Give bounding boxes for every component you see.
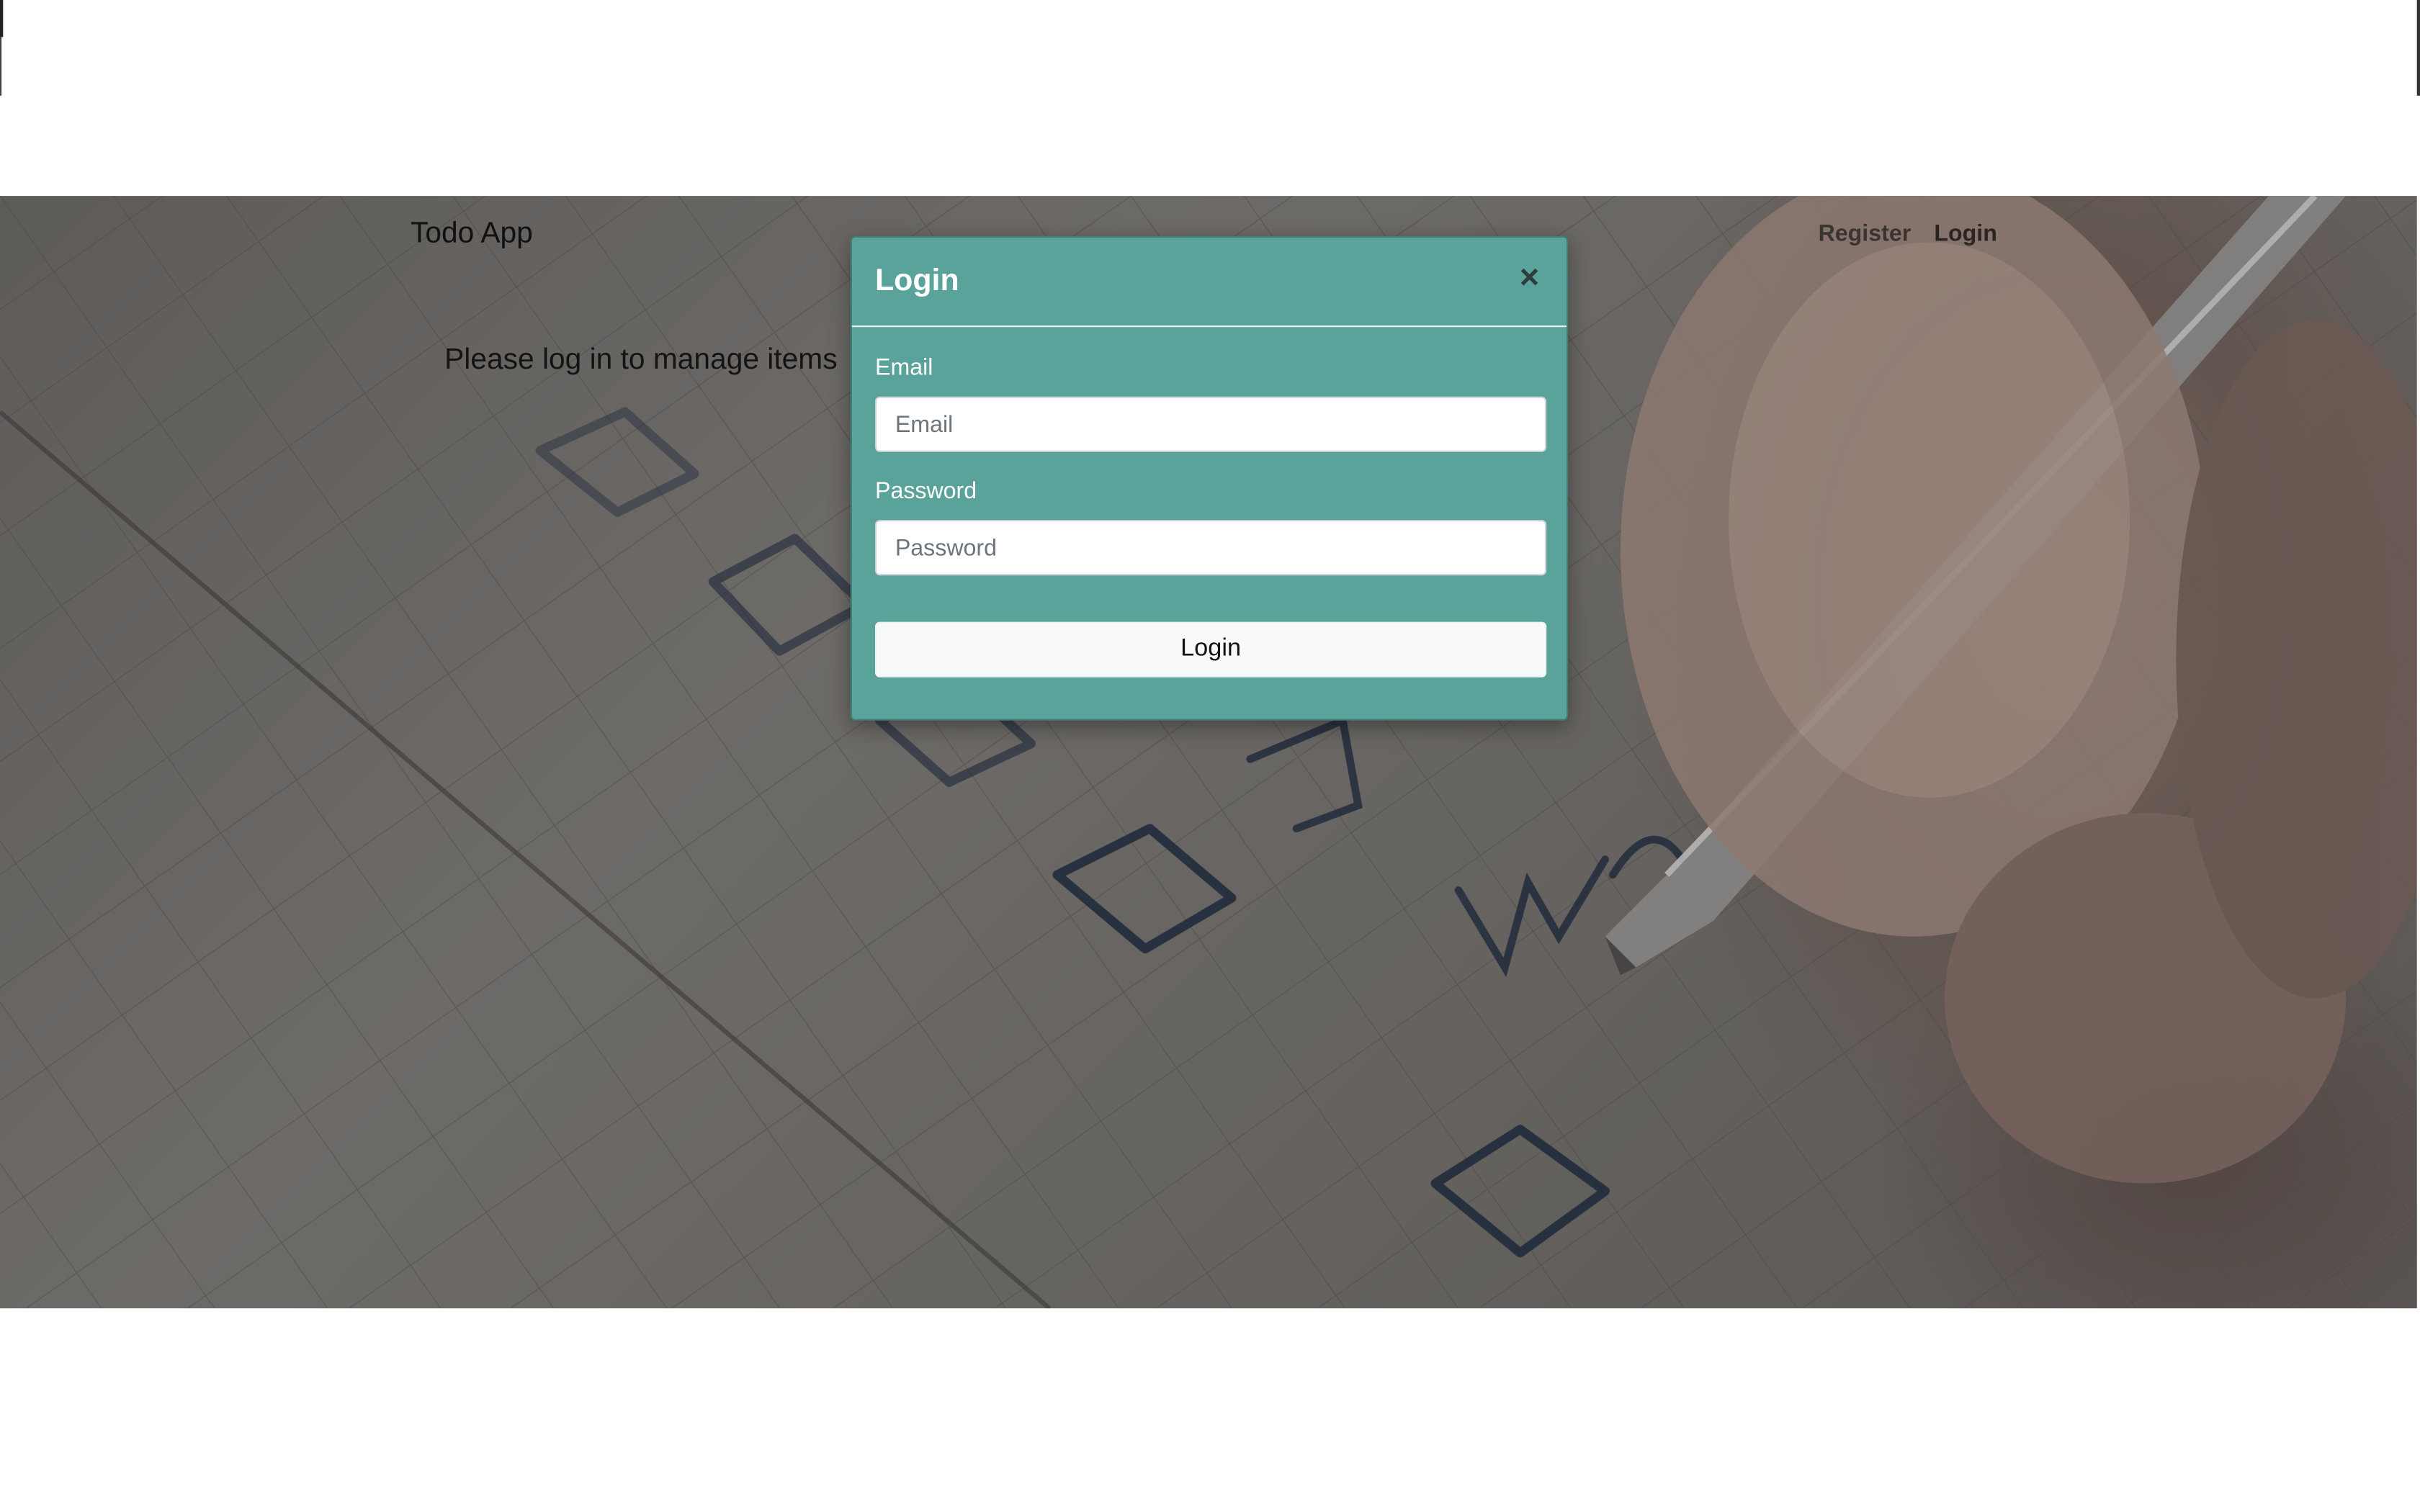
login-prompt-message: Please log in to manage items <box>444 343 838 377</box>
nav-register-link[interactable]: Register <box>1819 220 1912 246</box>
password-label: Password <box>875 478 977 505</box>
login-submit-button[interactable]: Login <box>875 621 1547 678</box>
window-edge <box>0 0 4 37</box>
close-icon[interactable]: × <box>1514 260 1545 294</box>
nav-links: Register Login <box>1819 220 1997 246</box>
modal-header: Login × <box>851 238 1567 328</box>
email-field[interactable] <box>875 396 1547 452</box>
login-modal: Login × Email Password Login <box>850 235 1569 721</box>
modal-title: Login <box>875 264 959 298</box>
window-edge <box>0 37 2 96</box>
email-label: Email <box>875 354 933 382</box>
brand-link[interactable]: Todo App <box>411 217 533 251</box>
nav-login-link[interactable]: Login <box>1934 220 1996 246</box>
password-field[interactable] <box>875 520 1547 576</box>
page: Todo App Register Login Please log in to… <box>0 0 2420 1512</box>
window-edge <box>2416 0 2420 96</box>
